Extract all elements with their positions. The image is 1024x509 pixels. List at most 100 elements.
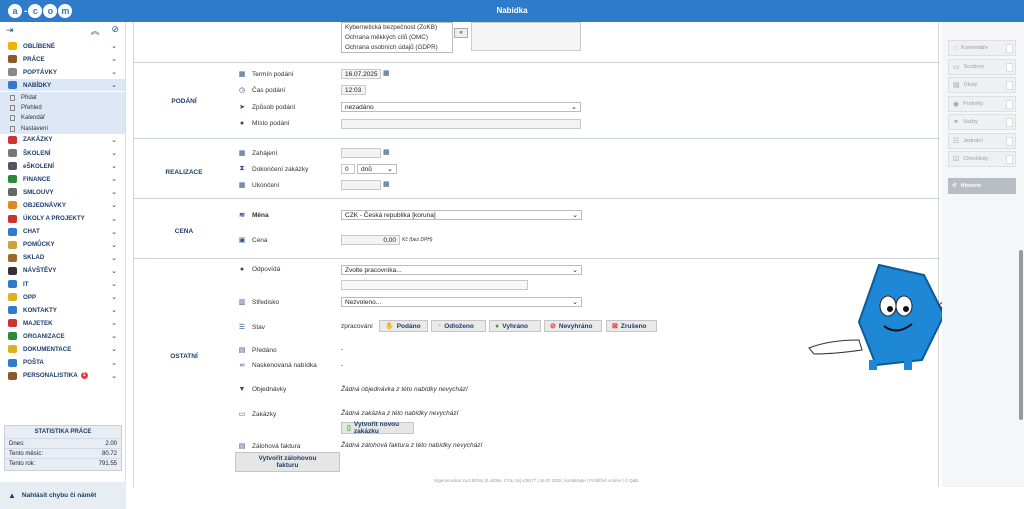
scrollbar[interactable]	[1019, 250, 1023, 420]
calendar-icon[interactable]: ▦	[383, 180, 390, 188]
footer-text: Vygenerováno za 0.5016s [0.4408s, 170x, …	[433, 478, 639, 483]
dokonceni-input[interactable]: 0	[341, 164, 355, 174]
report-bug-button[interactable]: ▲ Nahlásit chybu či námět	[0, 482, 126, 509]
sidebar-subitem[interactable]: Nastavení	[0, 123, 125, 134]
check-circle-icon: ●	[495, 322, 500, 330]
right-panel-item[interactable]: ◌ Komentáře	[948, 40, 1016, 56]
sidebar-item-label: SKLAD	[23, 254, 45, 262]
chevron-down-icon: ⌄	[111, 267, 117, 275]
calendar-icon[interactable]: ▦	[383, 148, 390, 156]
sidebar-subitem-label: Přidat	[21, 94, 37, 101]
logout-icon[interactable]: ⇥	[6, 25, 14, 36]
available-list[interactable]	[471, 22, 581, 51]
document-icon: ▤	[238, 347, 246, 354]
cena-input[interactable]: 0,00	[341, 235, 400, 245]
sidebar-item[interactable]: ŠKOLENÍ ⌄	[0, 147, 125, 161]
sidebar-item[interactable]: KONTAKTY ⌄	[0, 304, 125, 318]
move-left-button[interactable]: «	[454, 28, 468, 38]
field-label: ≋ Měna	[239, 211, 269, 220]
chevron-down-icon: ⌄	[572, 299, 578, 306]
section-title: OSTATNÍ	[170, 353, 198, 360]
field-label: ▦ Ukončení	[238, 181, 280, 190]
dokonceni-unit-select[interactable]: dnů ⌄	[357, 164, 397, 174]
zruseno-button[interactable]: ⊠ Zrušeno	[606, 320, 657, 332]
sidebar-item[interactable]: POPTÁVKY ⌄	[0, 66, 125, 80]
no-entry-icon: ⊘	[550, 323, 556, 330]
stredisko-select[interactable]: Nezvoleno... ⌄	[341, 297, 582, 307]
chevron-down-icon: ⌄	[111, 294, 117, 302]
create-zalohova-button[interactable]: Vytvořit zálohovou fakturu	[235, 452, 340, 472]
sidebar-item[interactable]: OBLÍBENÉ ⌄	[0, 40, 125, 54]
mail-icon	[8, 358, 17, 367]
sidebar-item[interactable]: NÁVŠTĚVY ⌄	[0, 265, 125, 278]
sidebar-item[interactable]: OBJEDNÁVKY ⌄	[0, 199, 125, 213]
right-panel-item[interactable]: ☷ Jednání	[948, 132, 1016, 149]
chevron-down-icon: ⌄	[111, 320, 117, 328]
zalohova-value: Žádná zálohová faktura z této nabídky ne…	[341, 442, 483, 449]
right-panel-item[interactable]: ▤ Úkoly	[948, 77, 1016, 93]
sidebar-item[interactable]: POŠTA ⌄	[0, 357, 125, 370]
sidebar-subitem[interactable]: Přidat	[0, 92, 125, 103]
sidebar-item[interactable]: CHAT ⌄	[0, 226, 125, 239]
sidebar-item[interactable]: OPP ⌄	[0, 291, 125, 305]
sidebar-item[interactable]: SKLAD ⌄	[0, 252, 125, 265]
create-zakazka-button[interactable]: ▯ Vytvořit novou zakázku	[341, 421, 414, 435]
assigned-list[interactable]: Kybernetická bezpečnost (ZoKB) Ochrana m…	[341, 22, 453, 53]
sidebar-subitem[interactable]: Přehled	[0, 102, 125, 114]
sidebar-item[interactable]: DOKUMENTACE ⌄	[0, 343, 125, 357]
nevyhrano-button[interactable]: ⊘ Nevyhráno	[544, 320, 602, 332]
sidebar-item[interactable]: POMŮCKY ⌄	[0, 239, 125, 252]
sidebar-subitem[interactable]: Kalendář	[0, 113, 125, 124]
zpusob-select[interactable]: nezadáno ⌄	[341, 102, 581, 112]
sidebar-item[interactable]: PERSONALISTIKA 1 ⌄	[0, 370, 125, 383]
right-panel-item[interactable]: ◉ Podněty	[948, 95, 1016, 112]
mena-select[interactable]: CZK - Česká republika [koruna] ⌄	[341, 210, 582, 220]
odpovida-select[interactable]: Zvolte pracovníka... ⌄	[341, 265, 582, 275]
chevron-down-icon: ⌄	[572, 212, 578, 219]
calendar-icon[interactable]: ▦	[383, 69, 390, 77]
sidebar-item[interactable]: ÚKOLY A PROJEKTY ⌄	[0, 213, 125, 226]
termin-input[interactable]: 16.07.2025	[341, 69, 381, 79]
field-label: ● Odpovídá	[239, 266, 281, 273]
sidebar-item[interactable]: ZAKÁZKY ⌄	[0, 134, 125, 148]
right-panel-item[interactable]: ▭ Soubory	[948, 58, 1016, 75]
podano-button[interactable]: ✋ Podáno	[379, 320, 428, 332]
right-panel-item[interactable]: ☑ Checklisty	[948, 151, 1016, 167]
stats-value: 80.72	[101, 450, 117, 457]
banknote-icon: ▣	[238, 237, 246, 244]
misto-input[interactable]	[341, 119, 581, 129]
sidebar-item[interactable]: MAJETEK ⌄	[0, 317, 125, 331]
odpovida-extra-input[interactable]	[341, 280, 528, 290]
odlozeno-button[interactable]: ◔ Odloženo	[431, 320, 486, 332]
truck-icon	[8, 135, 17, 144]
list-item[interactable]: Ochrana měkkých cílů (OMC)	[342, 33, 452, 43]
sidebar-item[interactable]: eŠKOLENÍ ⌄	[0, 160, 125, 174]
x-box-icon: ⊠	[612, 323, 618, 330]
zahajeni-input[interactable]	[341, 148, 381, 158]
sidebar-item[interactable]: SMLOUVY ⌄	[0, 186, 125, 200]
field-label: ▼ Objednávky	[238, 386, 287, 393]
ukonceni-input[interactable]	[341, 180, 381, 190]
sidebar: ⇥ ︽ ⊘ OBLÍBENÉ ⌄ PRÁCE ⌄ POPTÁVKY ⌄ NABÍDKY ⌄ Př…	[0, 22, 126, 509]
report-bug-label: Nahlásit chybu či námět	[21, 492, 97, 499]
vyhrano-button[interactable]: ● Vyhráno	[489, 320, 541, 332]
navazujici-value: -	[341, 362, 344, 369]
sidebar-item[interactable]: IT ⌄	[0, 278, 125, 292]
hide-sidebar-icon[interactable]: ⊘	[111, 24, 119, 37]
cas-input[interactable]: 12:03	[341, 85, 366, 95]
star-icon	[8, 42, 17, 51]
sidebar-item-label: CHAT	[23, 228, 40, 236]
history-button[interactable]: ↺ Historie	[948, 178, 1016, 194]
sidebar-item[interactable]: PRÁCE ⌄	[0, 53, 125, 67]
list-item[interactable]: Kybernetická bezpečnost (ZoKB)	[342, 23, 452, 33]
sidebar-item[interactable]: NABÍDKY ⌄	[0, 79, 125, 93]
sidebar-item-label: ŠKOLENÍ	[23, 149, 51, 157]
collapse-icon[interactable]: ︽	[90, 24, 99, 37]
stats-row: Dnes: 2.00	[5, 438, 121, 448]
people-icon	[8, 371, 17, 380]
right-panel-item[interactable]: ⚭ Vazby	[948, 114, 1016, 130]
ppe-icon	[8, 293, 17, 302]
sidebar-item[interactable]: ORGANIZACE ⌄	[0, 330, 125, 344]
list-item[interactable]: Ochrana osobních údajů (GDPR)	[342, 43, 452, 53]
sidebar-item[interactable]: FINANCE ⌄	[0, 173, 125, 187]
